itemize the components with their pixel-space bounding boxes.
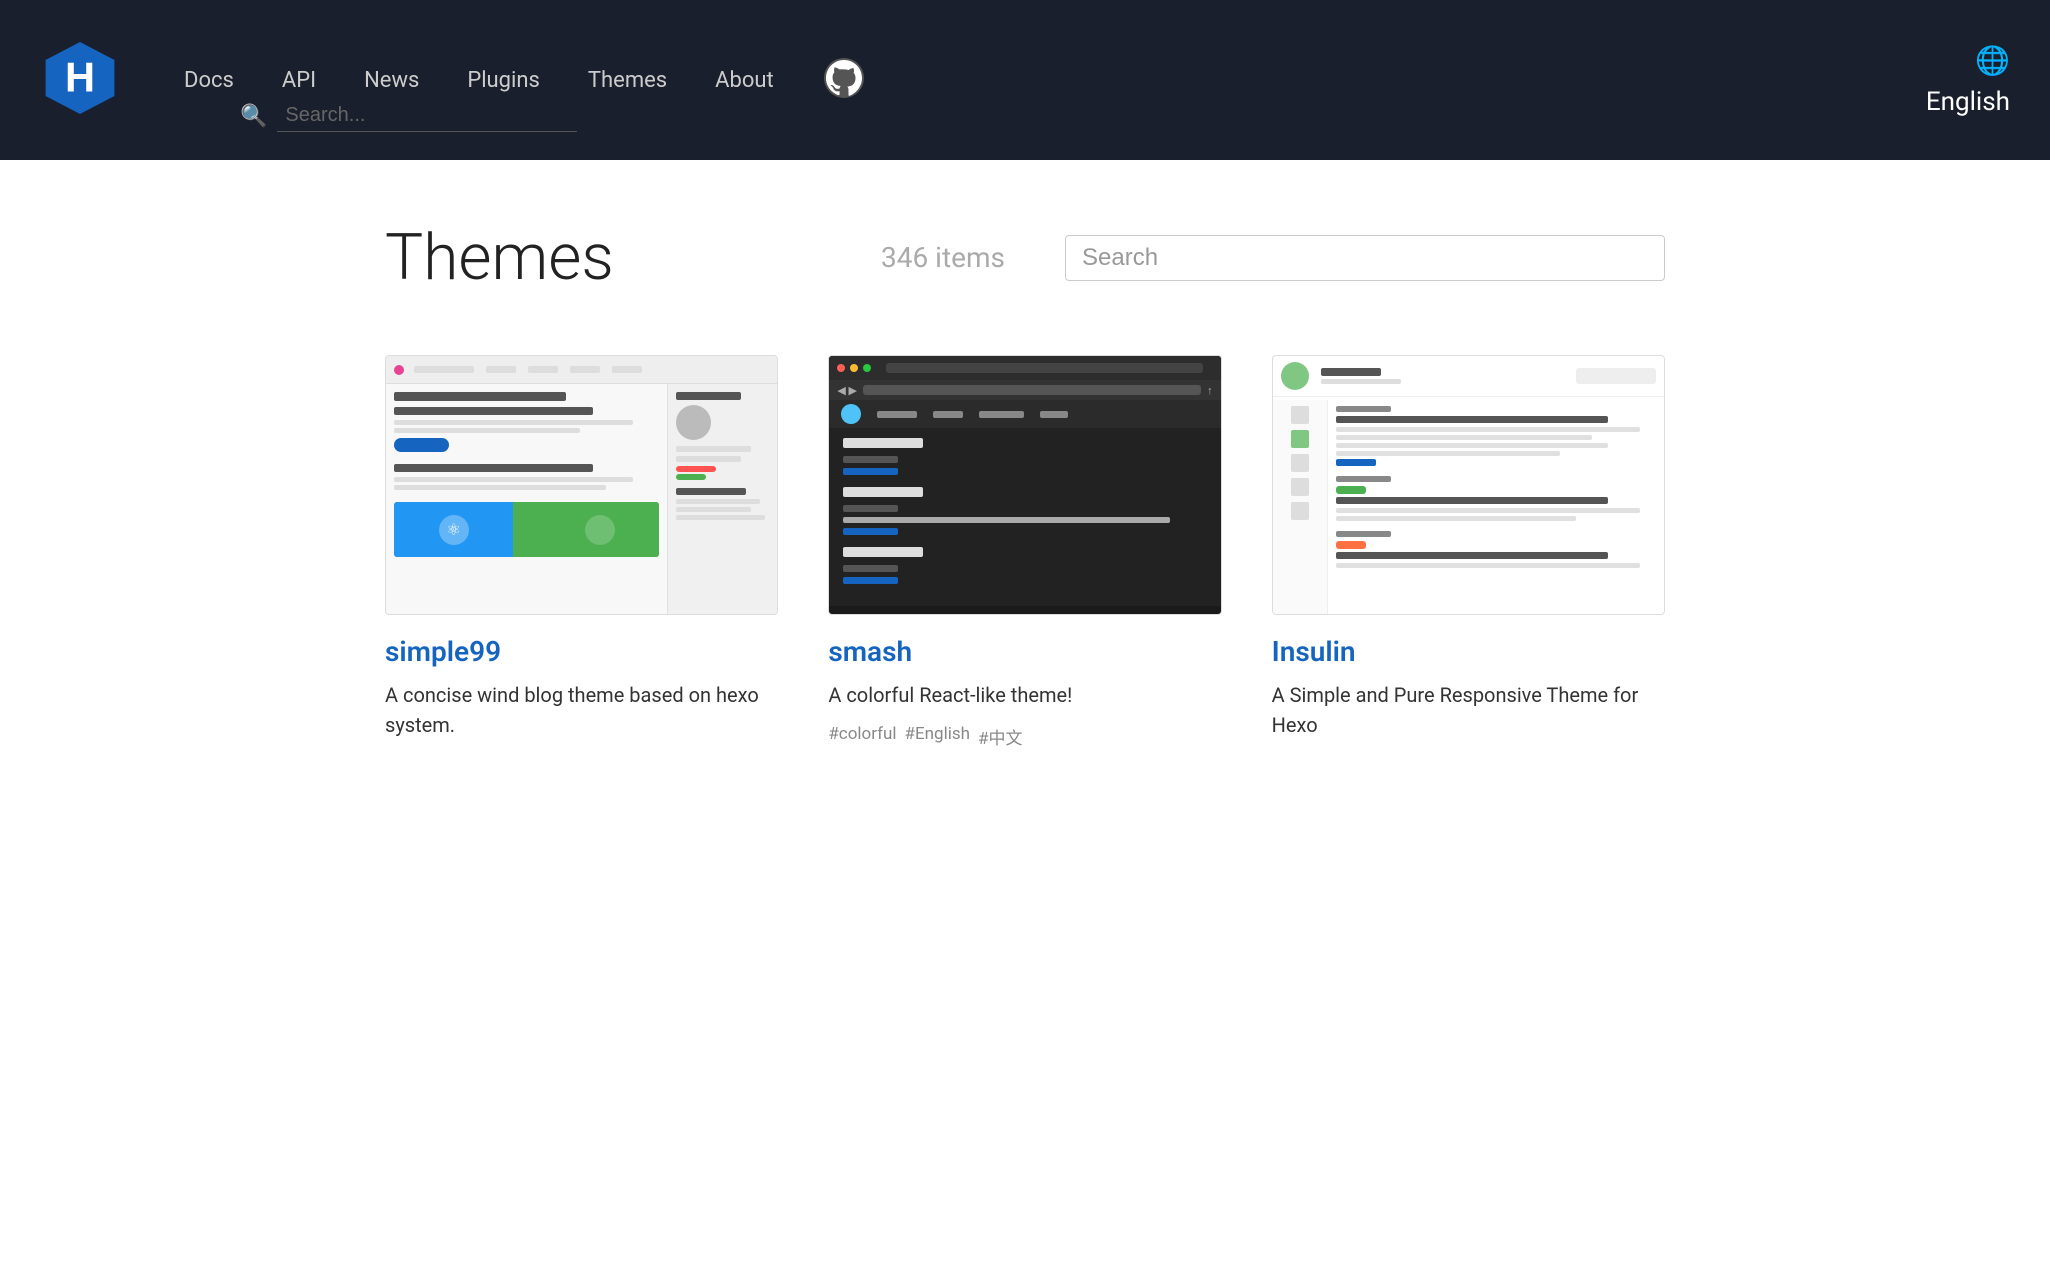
theme-name-simple99[interactable]: simple99 (385, 635, 778, 668)
nav-docs[interactable]: Docs (160, 60, 258, 101)
header-right: 🌐 English (1926, 44, 2010, 117)
language-selector[interactable]: English (1926, 87, 2010, 117)
themes-search-wrapper (1065, 235, 1665, 281)
search-icon: 🔍 (240, 104, 267, 129)
theme-card-simple99[interactable]: ⚛ (385, 355, 778, 754)
theme-tags-smash: #colorful #English #中文 (828, 724, 1221, 749)
theme-tag: #English (905, 724, 970, 749)
page-title: Themes (385, 220, 614, 295)
nav-news[interactable]: News (340, 60, 443, 101)
theme-name-smash[interactable]: smash (828, 635, 1221, 668)
theme-desc-smash: A colorful React-like theme! (828, 680, 1221, 710)
nav-plugins[interactable]: Plugins (443, 60, 564, 101)
site-header: H Docs API News Plugins Themes About 🔍 🌐… (0, 0, 2050, 160)
nav-about[interactable]: About (691, 60, 798, 101)
theme-card-insulin[interactable]: Insulin A Simple and Pure Responsive The… (1272, 355, 1665, 754)
items-count: 346 items (881, 241, 1005, 274)
header-search-row: 🔍 (240, 100, 577, 132)
main-content: Themes 346 items (325, 160, 1725, 834)
theme-desc-insulin: A Simple and Pure Responsive Theme for H… (1272, 680, 1665, 740)
nav-themes[interactable]: Themes (564, 60, 691, 101)
themes-search-input[interactable] (1082, 244, 1648, 272)
themes-header: Themes 346 items (385, 220, 1665, 295)
theme-thumbnail-simple99: ⚛ (385, 355, 778, 615)
svg-text:H: H (65, 54, 95, 101)
main-nav: Docs API News Plugins Themes About (160, 56, 1926, 104)
theme-tag: #中文 (978, 724, 1022, 749)
nav-api[interactable]: API (258, 60, 340, 101)
theme-tag: #colorful (828, 724, 896, 749)
theme-thumbnail-insulin (1272, 355, 1665, 615)
theme-thumbnail-smash: ◀ ▶ ↑ (828, 355, 1221, 615)
header-search-input[interactable] (277, 100, 577, 132)
themes-grid: ⚛ (385, 355, 1665, 754)
logo[interactable]: H (40, 38, 160, 122)
github-icon[interactable] (814, 56, 866, 104)
theme-card-smash[interactable]: ◀ ▶ ↑ (828, 355, 1221, 754)
globe-icon[interactable]: 🌐 (1975, 44, 2010, 77)
theme-desc-simple99: A concise wind blog theme based on hexo … (385, 680, 778, 740)
theme-name-insulin[interactable]: Insulin (1272, 635, 1665, 668)
